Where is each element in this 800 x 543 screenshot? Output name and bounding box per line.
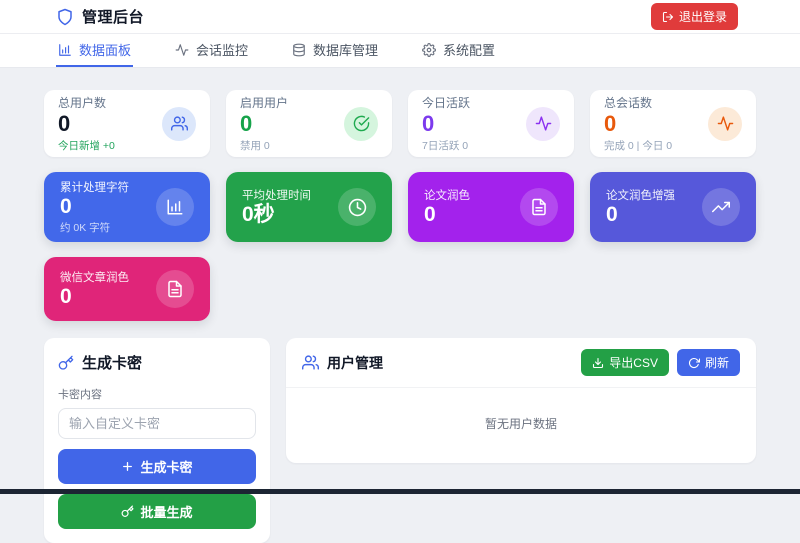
- stat-sub: 禁用 0: [240, 139, 270, 152]
- batch-generate-label: 批量生成: [140, 505, 193, 520]
- stat-label: 总用户数: [58, 96, 107, 111]
- metric-label: 微信文章润色: [60, 271, 129, 284]
- stat-card-total-sessions: 总会话数 0 完成 0 | 今日 0: [590, 90, 756, 157]
- refresh-label: 刷新: [704, 356, 729, 370]
- generate-key-button[interactable]: 生成卡密: [58, 449, 256, 484]
- user-panel-title-row: 用户管理: [302, 353, 383, 373]
- metric-value: 0秒: [242, 202, 275, 226]
- gear-icon: [422, 42, 437, 57]
- metric-card-total-chars: 累计处理字符 0 约 0K 字符: [44, 172, 210, 242]
- bottom-row: 生成卡密 卡密内容 生成卡密 批量生成: [44, 338, 756, 543]
- stat-sub: 今日新增 +0: [58, 139, 115, 152]
- top-bar: 管理后台 退出登录: [0, 0, 800, 34]
- shield-icon: [56, 8, 74, 26]
- refresh-button[interactable]: 刷新: [676, 349, 740, 376]
- tab-dashboard[interactable]: 数据面板: [56, 34, 134, 67]
- generate-key-label: 生成卡密: [140, 460, 193, 475]
- user-panel-actions: 导出CSV 刷新: [581, 349, 740, 376]
- stat-value: 0: [240, 111, 253, 137]
- empty-user-data-text: 暂无用户数据: [484, 417, 557, 431]
- logout-icon: [662, 11, 674, 23]
- database-icon: [292, 43, 306, 57]
- trending-up-icon: [702, 188, 740, 226]
- bar-chart-icon: [156, 188, 194, 226]
- stat-sub: 7日活跃 0: [422, 139, 469, 152]
- stat-value: 0: [604, 111, 617, 137]
- keygen-panel: 生成卡密 卡密内容 生成卡密 批量生成: [44, 338, 270, 543]
- file-text-icon: [520, 188, 558, 226]
- user-panel-title: 用户管理: [327, 354, 383, 371]
- export-csv-button[interactable]: 导出CSV: [581, 349, 669, 376]
- activity-icon: [708, 106, 742, 141]
- tab-bar: 数据面板 会话监控 数据库管理 系统配置: [0, 34, 800, 68]
- refresh-icon: [688, 357, 700, 369]
- metric-label: 论文润色: [424, 189, 470, 202]
- metric-value: 0: [424, 202, 436, 226]
- stat-cards-row: 总用户数 0 今日新增 +0 启用用户 0 禁用 0 今日活跃 0 7日活跃 0: [44, 90, 756, 157]
- export-csv-label: 导出CSV: [609, 356, 658, 370]
- tab-label: 会话监控: [196, 43, 249, 58]
- clock-icon: [338, 188, 376, 226]
- metric-label: 平均处理时间: [242, 189, 311, 202]
- metric-value: 0: [60, 284, 72, 308]
- user-panel-header: 用户管理 导出CSV 刷新: [286, 338, 756, 388]
- stat-value: 0: [58, 111, 71, 137]
- file-text-icon: [156, 270, 194, 308]
- keygen-title-row: 生成卡密: [58, 352, 256, 373]
- users-icon: [302, 354, 319, 371]
- tab-label: 数据面板: [79, 43, 132, 58]
- tab-session-monitor[interactable]: 会话监控: [173, 34, 250, 67]
- metric-card-avg-time: 平均处理时间 0秒: [226, 172, 392, 242]
- metric-sub: 约 0K 字符: [60, 221, 111, 234]
- metric-value: 0: [606, 202, 618, 226]
- activity-icon: [175, 43, 189, 57]
- tab-database[interactable]: 数据库管理: [290, 34, 380, 67]
- activity-icon: [526, 106, 560, 141]
- download-icon: [592, 357, 604, 369]
- stat-card-today-active: 今日活跃 0 7日活跃 0: [408, 90, 574, 157]
- metric-card-wechat-polish: 微信文章润色 0: [44, 257, 210, 321]
- logout-label: 退出登录: [678, 10, 727, 24]
- keygen-title: 生成卡密: [82, 355, 143, 372]
- metric-cards-row-2: 微信文章润色 0: [44, 257, 756, 321]
- stat-value: 0: [422, 111, 435, 137]
- metric-cards-row: 累计处理字符 0 约 0K 字符 平均处理时间 0秒 论文润色 0 论文润色增强…: [44, 172, 756, 242]
- stat-sub: 完成 0 | 今日 0: [604, 139, 673, 152]
- metric-value: 0: [60, 195, 72, 219]
- key-icon: [58, 355, 74, 371]
- metric-card-paper-polish-plus: 论文润色增强 0: [590, 172, 756, 242]
- keygen-field-label: 卡密内容: [58, 389, 102, 401]
- footer-strip: [0, 489, 800, 494]
- stat-card-enabled-users: 启用用户 0 禁用 0: [226, 90, 392, 157]
- bar-chart-icon: [58, 43, 72, 57]
- stat-label: 总会话数: [604, 96, 653, 111]
- main-content: 总用户数 0 今日新增 +0 启用用户 0 禁用 0 今日活跃 0 7日活跃 0: [0, 68, 800, 543]
- users-icon: [162, 106, 196, 141]
- logout-button[interactable]: 退出登录: [650, 3, 738, 30]
- stat-card-total-users: 总用户数 0 今日新增 +0: [44, 90, 210, 157]
- key-icon: [121, 505, 134, 518]
- page-title: 管理后台: [82, 9, 145, 26]
- brand: 管理后台: [56, 6, 144, 27]
- metric-label: 累计处理字符: [60, 182, 129, 195]
- metric-label: 论文润色增强: [606, 189, 675, 202]
- keygen-input[interactable]: [58, 408, 256, 439]
- plus-icon: [121, 460, 134, 473]
- metric-card-paper-polish: 论文润色 0: [408, 172, 574, 242]
- stat-label: 启用用户: [240, 96, 289, 111]
- tab-settings[interactable]: 系统配置: [420, 34, 497, 67]
- stat-label: 今日活跃: [422, 96, 471, 111]
- user-management-panel: 用户管理 导出CSV 刷新 暂无用户数据: [286, 338, 756, 463]
- check-circle-icon: [344, 106, 378, 141]
- tab-label: 数据库管理: [313, 43, 379, 58]
- tab-label: 系统配置: [443, 43, 496, 58]
- batch-generate-button[interactable]: 批量生成: [58, 494, 256, 529]
